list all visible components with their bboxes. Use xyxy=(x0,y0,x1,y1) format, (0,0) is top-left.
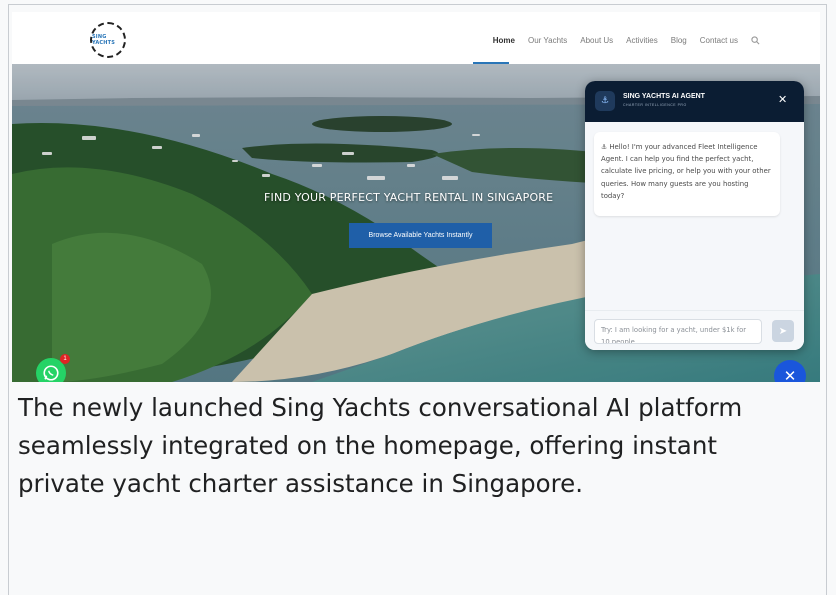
chat-title: SING YACHTS AI AGENT xyxy=(623,93,705,100)
close-icon[interactable]: ✕ xyxy=(778,94,787,105)
nav-home[interactable]: Home xyxy=(493,36,515,45)
bot-message: ⚓ Hello! I'm your advanced Fleet Intelli… xyxy=(594,132,780,216)
chat-input[interactable]: Try: I am looking for a yacht, under $1k… xyxy=(594,319,762,344)
main-nav: Home Our Yachts About Us Activities Blog… xyxy=(493,36,760,45)
figure-caption: The newly launched Sing Yachts conversat… xyxy=(18,393,743,498)
logo-text: SING YACHTS xyxy=(92,34,116,46)
chat-messages: ⚓ Hello! I'm your advanced Fleet Intelli… xyxy=(585,122,804,310)
chat-subtitle: CHARTER INTELLIGENCE PRO xyxy=(623,103,687,107)
notification-badge: 1 xyxy=(60,354,70,364)
nav-blog[interactable]: Blog xyxy=(671,36,687,45)
whatsapp-icon xyxy=(43,365,59,381)
anchor-icon: ⚓ xyxy=(595,91,615,111)
browse-yachts-button[interactable]: Browse Available Yachts Instantly xyxy=(349,223,492,248)
chat-input-area: Try: I am looking for a yacht, under $1k… xyxy=(585,310,804,350)
site-logo[interactable]: SING YACHTS xyxy=(90,22,126,58)
hero-title: FIND YOUR PERFECT YACHT RENTAL IN SINGAP… xyxy=(264,191,554,204)
nav-activities[interactable]: Activities xyxy=(626,36,658,45)
chat-header: ⚓ SING YACHTS AI AGENT CHARTER INTELLIGE… xyxy=(585,81,804,122)
website-screenshot: SING YACHTS Home Our Yachts About Us Act… xyxy=(12,12,820,382)
nav-about-us[interactable]: About Us xyxy=(580,36,613,45)
nav-our-yachts[interactable]: Our Yachts xyxy=(528,36,567,45)
site-header: SING YACHTS Home Our Yachts About Us Act… xyxy=(12,12,820,65)
send-icon[interactable]: ➤ xyxy=(772,320,794,342)
close-icon: ✕ xyxy=(783,367,797,382)
ai-chat-widget: ⚓ SING YACHTS AI AGENT CHARTER INTELLIGE… xyxy=(585,81,804,350)
search-icon[interactable] xyxy=(751,36,760,45)
nav-contact-us[interactable]: Contact us xyxy=(700,36,738,45)
